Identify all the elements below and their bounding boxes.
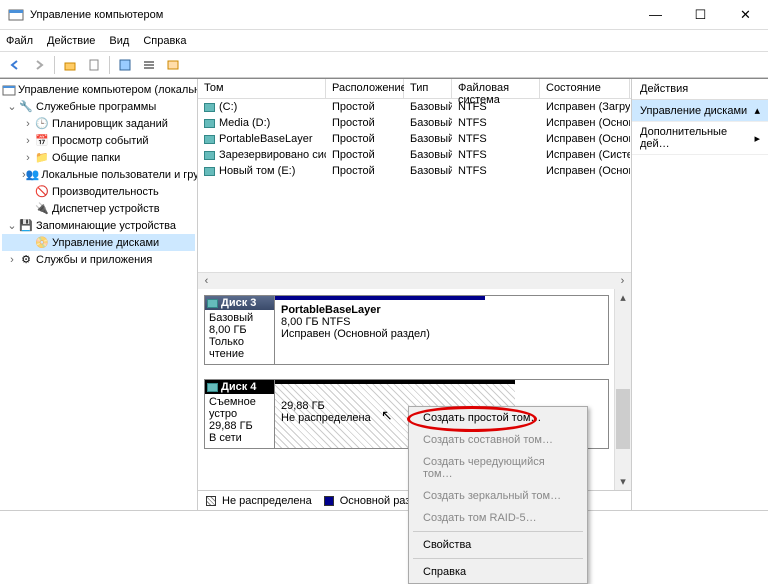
- menubar: Файл Действие Вид Справка: [0, 30, 768, 52]
- tree-event-viewer[interactable]: ›📅Просмотр событий: [2, 132, 195, 149]
- forward-button[interactable]: [28, 54, 50, 76]
- scroll-right-icon[interactable]: ›: [614, 273, 631, 290]
- up-button[interactable]: [59, 54, 81, 76]
- disk-icon: [207, 383, 218, 392]
- volume-icon: [204, 151, 215, 160]
- toolbar: [0, 52, 768, 78]
- col-volume[interactable]: Том: [198, 79, 326, 98]
- tree-panel: Управление компьютером (локальным) ⌄🔧Слу…: [0, 79, 198, 510]
- titlebar: Управление компьютером — ☐ ✕: [0, 0, 768, 30]
- help-button[interactable]: [162, 54, 184, 76]
- expand-icon[interactable]: ›: [6, 254, 18, 266]
- table-row[interactable]: Новый том (E:)ПростойБазовыйNTFSИсправен…: [198, 163, 631, 179]
- tree-task-scheduler[interactable]: ›🕒Планировщик заданий: [2, 115, 195, 132]
- tree-performance[interactable]: 🚫Производительность: [2, 183, 195, 200]
- col-fs[interactable]: Файловая система: [452, 79, 540, 98]
- legend-swatch-primary: [324, 496, 334, 506]
- expand-icon[interactable]: ⌄: [6, 219, 18, 232]
- tree-root[interactable]: Управление компьютером (локальным): [2, 81, 195, 98]
- col-type[interactable]: Тип: [404, 79, 452, 98]
- vertical-scrollbar[interactable]: ▴ ▾: [614, 289, 631, 490]
- table-row[interactable]: Зарезервировано системойПростойБазовыйNT…: [198, 147, 631, 163]
- tree-storage[interactable]: ⌄💾Запоминающие устройства: [2, 217, 195, 234]
- partition-portablebaselayer[interactable]: PortableBaseLayer 8,00 ГБ NTFS Исправен …: [275, 296, 485, 364]
- refresh-button[interactable]: [114, 54, 136, 76]
- volume-icon: [204, 119, 215, 128]
- ctx-create-spanned-volume: Создать составной том…: [409, 429, 587, 451]
- tree-local-users[interactable]: ›👥Локальные пользователи и группы: [2, 166, 195, 183]
- table-row[interactable]: PortableBaseLayerПростойБазовыйNTFSИспра…: [198, 131, 631, 147]
- scroll-left-icon[interactable]: ‹: [198, 273, 215, 290]
- volume-grid: Том Расположение Тип Файловая система Со…: [198, 79, 631, 289]
- volume-icon: [204, 167, 215, 176]
- tree-shared-folders[interactable]: ›📁Общие папки: [2, 149, 195, 166]
- close-button[interactable]: ✕: [723, 0, 768, 29]
- scrollbar-thumb[interactable]: [616, 389, 630, 449]
- grid-header: Том Расположение Тип Файловая система Со…: [198, 79, 631, 99]
- volume-icon: [204, 103, 215, 112]
- col-status[interactable]: Состояние: [540, 79, 630, 98]
- actions-more[interactable]: Дополнительные дей…▸: [632, 122, 768, 155]
- expand-icon[interactable]: ›: [22, 118, 34, 130]
- cursor-icon: ↖: [381, 407, 393, 424]
- menu-help[interactable]: Справка: [143, 35, 186, 47]
- legend-swatch-unallocated: [206, 496, 216, 506]
- ctx-create-raid5-volume: Создать том RAID-5…: [409, 507, 587, 529]
- scroll-up-icon[interactable]: ▴: [615, 289, 631, 306]
- expand-icon[interactable]: ›: [22, 135, 34, 147]
- statusbar: [0, 510, 768, 532]
- actions-disk-management[interactable]: Управление дисками▴: [632, 100, 768, 122]
- tree-device-manager[interactable]: 🔌Диспетчер устройств: [2, 200, 195, 217]
- menu-action[interactable]: Действие: [47, 35, 95, 47]
- maximize-button[interactable]: ☐: [678, 0, 723, 29]
- props-button[interactable]: [83, 54, 105, 76]
- disk-3[interactable]: Диск 3 Базовый 8,00 ГБ Только чтение Por…: [204, 295, 609, 365]
- ctx-create-mirrored-volume: Создать зеркальный том…: [409, 485, 587, 507]
- menu-file[interactable]: Файл: [6, 35, 33, 47]
- context-menu: Создать простой том… Создать составной т…: [408, 406, 588, 584]
- app-icon: [8, 7, 24, 23]
- tree-services[interactable]: ›⚙Службы и приложения: [2, 251, 195, 268]
- ctx-create-striped-volume: Создать чередующийся том…: [409, 451, 587, 485]
- expand-icon[interactable]: ›: [22, 152, 34, 164]
- window-title: Управление компьютером: [30, 9, 163, 21]
- menu-view[interactable]: Вид: [109, 35, 129, 47]
- table-row[interactable]: Media (D:)ПростойБазовыйNTFSИсправен (Ос…: [198, 115, 631, 131]
- ctx-help[interactable]: Справка: [409, 561, 587, 583]
- volume-icon: [204, 135, 215, 144]
- ctx-create-simple-volume[interactable]: Создать простой том…: [409, 407, 587, 429]
- col-layout[interactable]: Расположение: [326, 79, 404, 98]
- horizontal-scrollbar[interactable]: ‹ ›: [198, 272, 631, 289]
- list-button[interactable]: [138, 54, 160, 76]
- chevron-up-icon: ▴: [754, 104, 760, 117]
- table-row[interactable]: (C:)ПростойБазовыйNTFSИсправен (Загрузка…: [198, 99, 631, 115]
- chevron-right-icon: ▸: [754, 132, 760, 145]
- ctx-properties[interactable]: Свойства: [409, 534, 587, 556]
- scroll-down-icon[interactable]: ▾: [615, 473, 631, 490]
- actions-header: Действия: [632, 79, 768, 100]
- minimize-button[interactable]: —: [633, 0, 678, 29]
- tree-system-tools[interactable]: ⌄🔧Служебные программы: [2, 98, 195, 115]
- actions-panel: Действия Управление дисками▴ Дополнитель…: [632, 79, 768, 510]
- tree-disk-management[interactable]: 📀Управление дисками: [2, 234, 195, 251]
- expand-icon[interactable]: ⌄: [6, 100, 18, 113]
- back-button[interactable]: [4, 54, 26, 76]
- disk-icon: [207, 299, 218, 308]
